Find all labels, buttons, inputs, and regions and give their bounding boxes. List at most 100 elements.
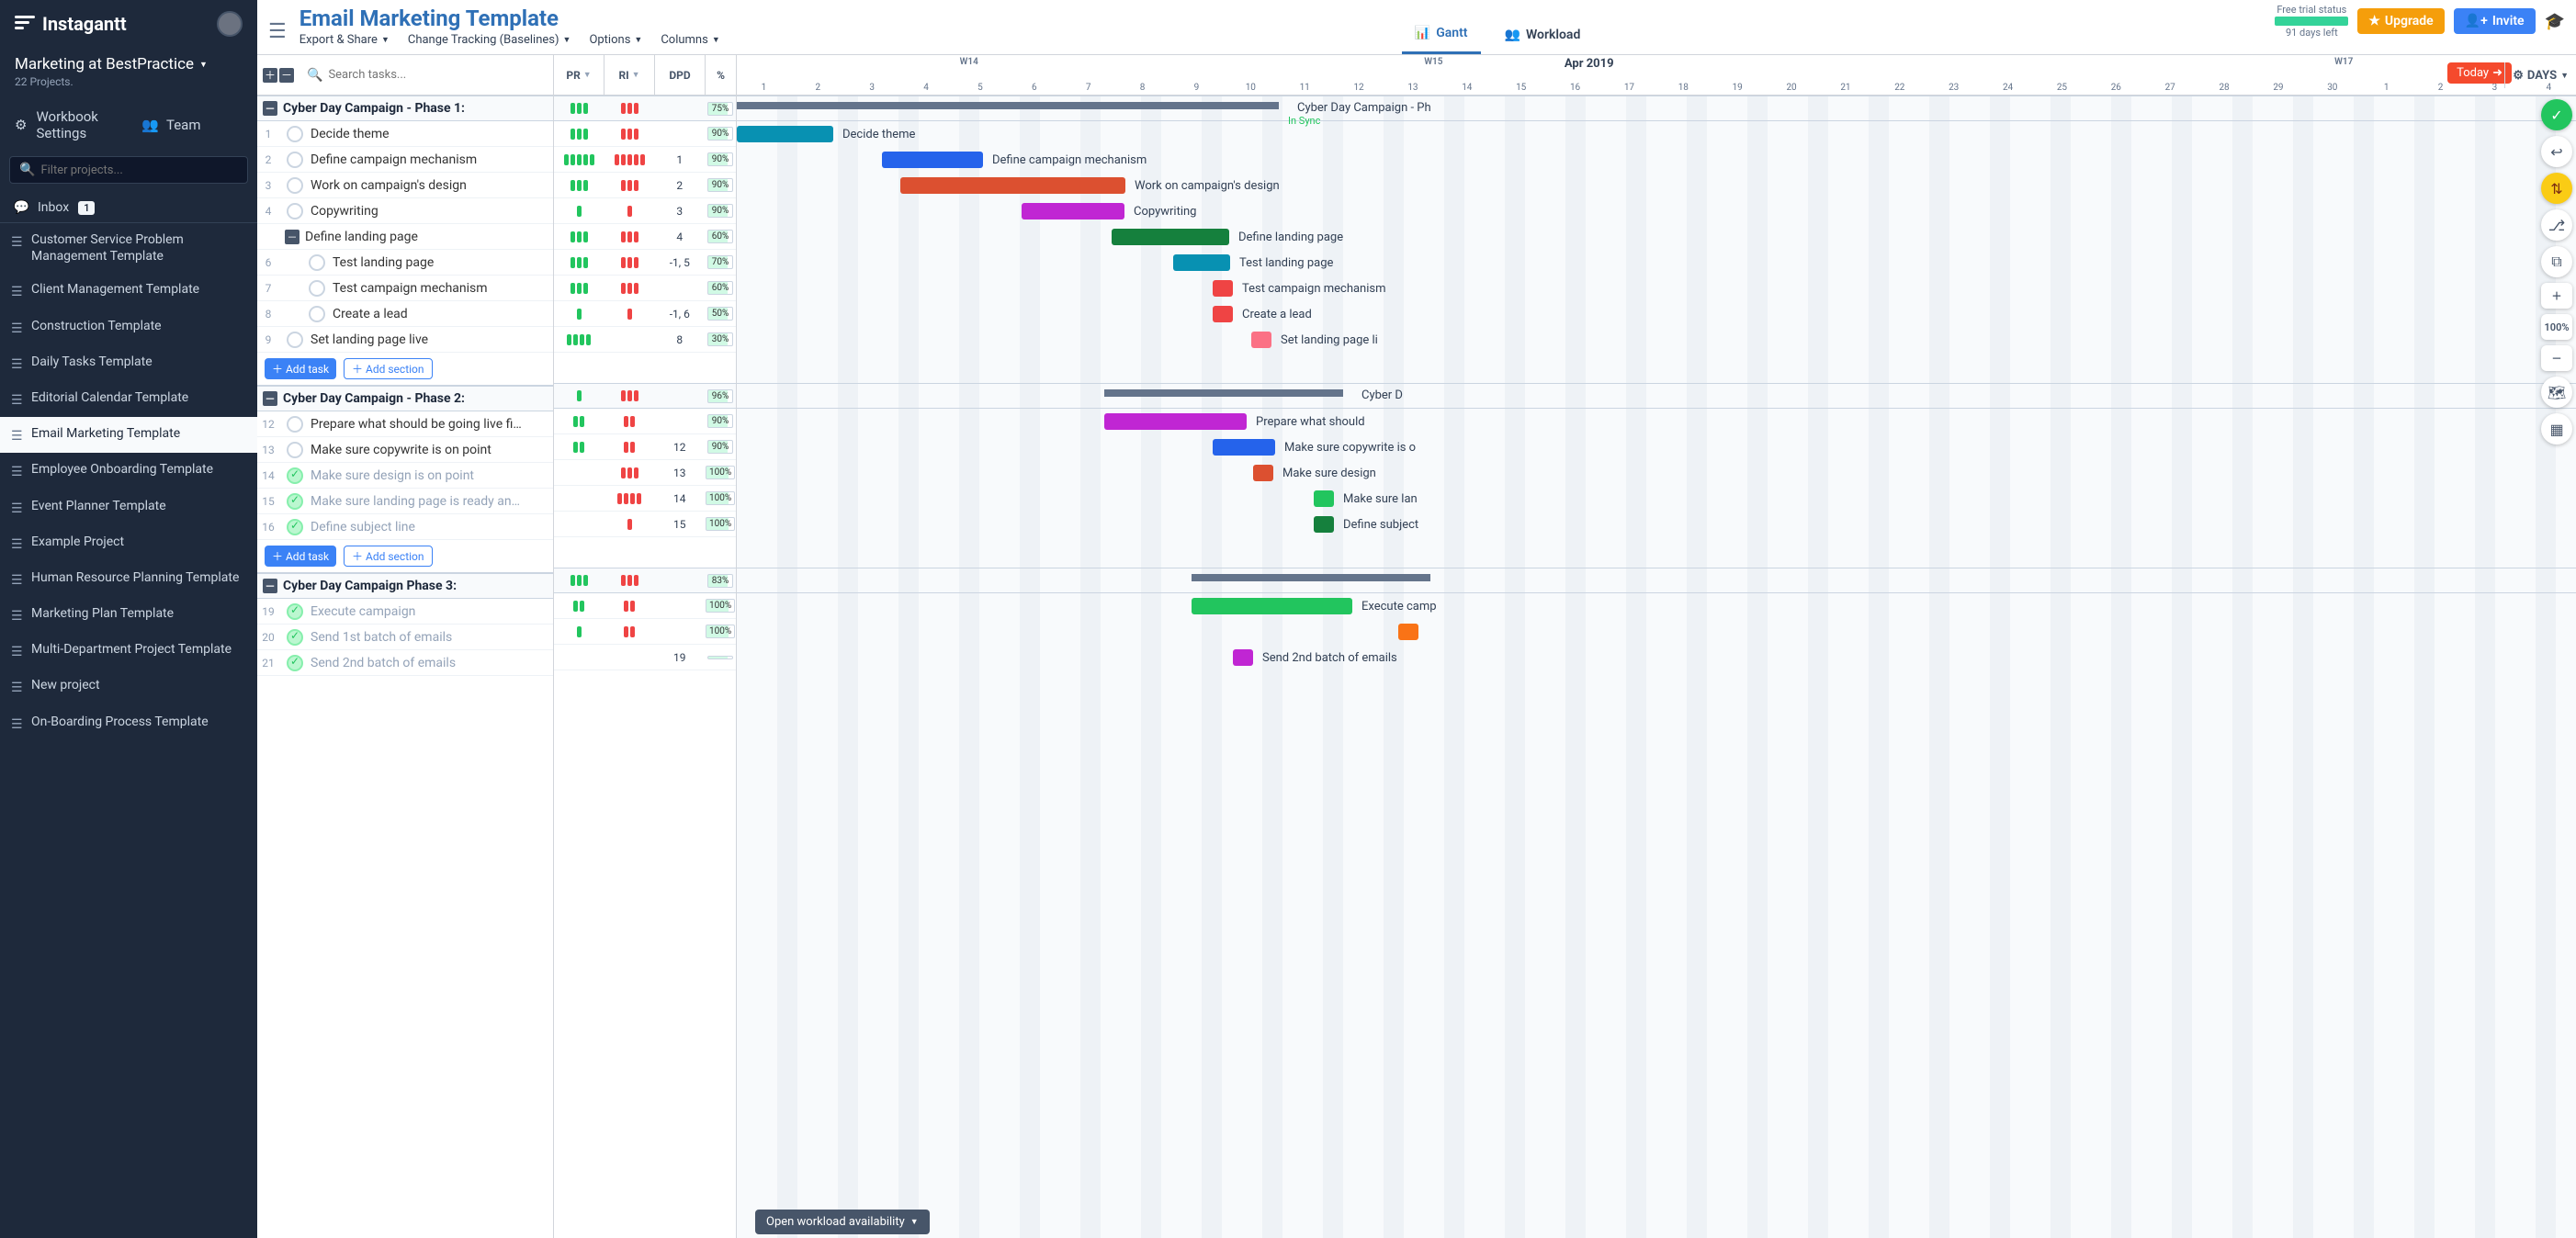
sync-ok-button[interactable]: ✓: [2541, 99, 2572, 130]
zoom-out-button[interactable]: －: [2541, 345, 2572, 371]
gantt-bar[interactable]: Test campaign mechanism: [1213, 280, 1233, 297]
sidebar-project-item[interactable]: ☰Multi-Department Project Template: [0, 633, 257, 669]
task-row[interactable]: 6Test landing page: [257, 250, 553, 276]
team-link[interactable]: 👥Team: [129, 99, 257, 151]
task-check[interactable]: [287, 126, 303, 142]
gantt-bar[interactable]: Define landing page: [1112, 229, 1229, 245]
task-row[interactable]: 12Prepare what should be going live fi…: [257, 411, 553, 437]
task-check[interactable]: [309, 254, 325, 271]
sidebar-project-item[interactable]: ☰Construction Template: [0, 310, 257, 345]
add-section-button[interactable]: ＋ Add section: [344, 358, 432, 379]
collapse-icon[interactable]: －: [285, 230, 299, 244]
section-header[interactable]: －Cyber Day Campaign Phase 3:: [257, 573, 553, 599]
task-row[interactable]: －Define landing page: [257, 224, 553, 250]
header-menu-item[interactable]: Options ▼: [589, 33, 642, 47]
collapse-icon[interactable]: －: [263, 391, 277, 406]
task-check[interactable]: [287, 467, 303, 484]
sort-button[interactable]: ⇅: [2541, 173, 2572, 204]
gantt-bar[interactable]: Work on campaign's design: [900, 177, 1125, 194]
task-row[interactable]: 9Set landing page live: [257, 327, 553, 353]
task-check[interactable]: [287, 442, 303, 458]
brand-logo[interactable]: Instagantt: [15, 13, 127, 35]
task-row[interactable]: 15Make sure landing page is ready an…: [257, 489, 553, 514]
workbook-settings-link[interactable]: ⚙Workbook Settings: [0, 99, 129, 151]
task-row[interactable]: 4Copywriting: [257, 198, 553, 224]
task-row[interactable]: 13Make sure copywrite is on point: [257, 437, 553, 463]
gantt-bar[interactable]: Make sure copywrite is o: [1213, 439, 1275, 456]
gantt-bar[interactable]: Test landing page: [1173, 254, 1230, 271]
task-row[interactable]: 14Make sure design is on point: [257, 463, 553, 489]
zoom-in-button[interactable]: ＋: [2541, 283, 2572, 309]
filter-projects-field[interactable]: [40, 163, 238, 177]
sidebar-project-item[interactable]: ☰Email Marketing Template: [0, 417, 257, 453]
task-row[interactable]: 16Define subject line: [257, 514, 553, 540]
task-row[interactable]: 1Decide theme: [257, 121, 553, 147]
header-menu-item[interactable]: Columns ▼: [661, 33, 719, 47]
add-task-button[interactable]: ＋ Add task: [265, 546, 336, 567]
task-row[interactable]: 21Send 2nd batch of emails: [257, 650, 553, 676]
expand-all-button[interactable]: ＋: [263, 68, 277, 83]
gantt-bar[interactable]: Make sure lan: [1314, 490, 1334, 507]
search-tasks-input[interactable]: [328, 68, 546, 82]
gantt-bar[interactable]: [1398, 624, 1418, 640]
inbox-link[interactable]: 💬 Inbox 1: [0, 193, 257, 223]
task-row[interactable]: 19Execute campaign: [257, 599, 553, 625]
undo-button[interactable]: ↩: [2541, 136, 2572, 167]
open-workload-button[interactable]: Open workload availability▼: [755, 1210, 930, 1234]
sidebar-project-item[interactable]: ☰Customer Service Problem Management Tem…: [0, 223, 257, 273]
collapse-icon[interactable]: －: [263, 101, 277, 116]
task-row[interactable]: 20Send 1st batch of emails: [257, 625, 553, 650]
task-check[interactable]: [287, 177, 303, 194]
section-header[interactable]: －Cyber Day Campaign - Phase 1:: [257, 96, 553, 121]
column-header-pr[interactable]: PR▼: [554, 55, 604, 95]
gantt-bar[interactable]: Create a lead: [1213, 306, 1233, 322]
sidebar-project-item[interactable]: ☰Employee Onboarding Template: [0, 453, 257, 489]
map-button[interactable]: 🗺: [2541, 377, 2572, 408]
sidebar-project-item[interactable]: ☰New project: [0, 669, 257, 704]
branch-button[interactable]: ⎇: [2541, 209, 2572, 241]
header-menu-item[interactable]: Change Tracking (Baselines) ▼: [408, 33, 571, 47]
task-check[interactable]: [309, 280, 325, 297]
gantt-bar[interactable]: Execute camp: [1192, 598, 1352, 614]
task-row[interactable]: 8Create a lead: [257, 301, 553, 327]
tab-workload[interactable]: 👥Workload: [1492, 17, 1594, 54]
workbook-selector[interactable]: Marketing at BestPractice ▼: [0, 48, 257, 75]
sidebar-project-item[interactable]: ☰Event Planner Template: [0, 490, 257, 525]
task-row[interactable]: 3Work on campaign's design: [257, 173, 553, 198]
add-task-button[interactable]: ＋ Add task: [265, 358, 336, 379]
avatar[interactable]: [217, 11, 243, 37]
sidebar-project-item[interactable]: ☰Daily Tasks Template: [0, 345, 257, 381]
tab-gantt[interactable]: 📊Gantt: [1402, 17, 1481, 54]
sidebar-project-item[interactable]: ☰On-Boarding Process Template: [0, 705, 257, 741]
sidebar-project-item[interactable]: ☰Client Management Template: [0, 273, 257, 309]
task-check[interactable]: [287, 416, 303, 433]
sidebar-project-item[interactable]: ☰Example Project: [0, 525, 257, 561]
header-menu-item[interactable]: Export & Share ▼: [299, 33, 390, 47]
gantt-bar[interactable]: Define campaign mechanism: [882, 152, 983, 168]
section-header[interactable]: －Cyber Day Campaign - Phase 2:: [257, 386, 553, 411]
invite-button[interactable]: 👤+Invite: [2454, 8, 2536, 34]
task-row[interactable]: 2Define campaign mechanism: [257, 147, 553, 173]
gantt-bar[interactable]: Define subject: [1314, 516, 1334, 533]
gantt-bar[interactable]: Prepare what should: [1104, 413, 1247, 430]
upgrade-button[interactable]: ★Upgrade: [2357, 8, 2444, 34]
task-check[interactable]: [287, 655, 303, 671]
task-check[interactable]: [287, 332, 303, 348]
column-header-pct[interactable]: %: [706, 55, 737, 95]
today-button[interactable]: Today➜: [2447, 62, 2512, 84]
task-check[interactable]: [287, 203, 303, 219]
task-check[interactable]: [287, 152, 303, 168]
task-check[interactable]: [287, 629, 303, 646]
scale-selector[interactable]: ⚙DAYS▼: [2504, 62, 2576, 88]
gantt-bar[interactable]: Send 2nd batch of emails: [1233, 649, 1253, 666]
task-check[interactable]: [287, 519, 303, 535]
menu-toggle[interactable]: ☰: [268, 4, 287, 43]
timeline-scale[interactable]: W14W15W17 Apr 2019 123456789101112131415…: [737, 55, 2576, 95]
task-check[interactable]: [287, 603, 303, 620]
column-header-ri[interactable]: RI▼: [604, 55, 655, 95]
column-header-dpd[interactable]: DPD: [655, 55, 706, 95]
gantt-bar[interactable]: Copywriting: [1022, 203, 1124, 219]
gantt-bar[interactable]: Decide theme: [737, 126, 833, 142]
filter-projects-input[interactable]: 🔍: [9, 156, 248, 184]
grid-button[interactable]: ▦: [2541, 413, 2572, 445]
